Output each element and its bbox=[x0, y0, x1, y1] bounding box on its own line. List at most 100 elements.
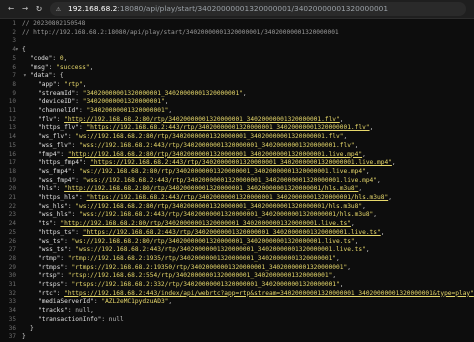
json-comma: , bbox=[168, 298, 172, 305]
json-comma: , bbox=[362, 151, 366, 158]
json-comma: , bbox=[366, 168, 370, 175]
code-line: "ws_fmp4": "ws://192.168.68.2:80/rtp/340… bbox=[38, 168, 370, 177]
json-url-link[interactable]: "http://192.168.68.2:80/rtp/340200000013… bbox=[64, 185, 358, 192]
json-url-link[interactable]: "https://192.168.68.2:443/rtp/3402000000… bbox=[86, 124, 369, 131]
json-value: "success" bbox=[56, 64, 90, 71]
json-key: "wss_ts" bbox=[38, 246, 68, 253]
code-line: "deviceID": "34020000001320000001", bbox=[38, 98, 168, 107]
code-line: ▾{ bbox=[22, 46, 26, 55]
not-secure-icon[interactable]: ⚠ bbox=[56, 3, 61, 15]
json-key: "app" bbox=[38, 81, 57, 88]
key-separator: : bbox=[72, 142, 79, 149]
json-url-link[interactable]: "http://192.168.68.2:80/rtp/340200000013… bbox=[64, 116, 340, 123]
json-url-link[interactable]: "http://192.168.68.2:80/rtp/340200000013… bbox=[68, 151, 362, 158]
key-separator: : bbox=[72, 211, 79, 218]
json-key: "rtsps" bbox=[38, 281, 64, 288]
line-number: 6 bbox=[0, 64, 16, 73]
json-value: "wss://192.168.68.2:443/rtp/340200000013… bbox=[83, 177, 377, 184]
line-number: 20 bbox=[0, 185, 16, 194]
address-bar[interactable]: ⚠ 192.168.68.2:18080/api/play/start/3402… bbox=[50, 2, 466, 16]
json-url-link[interactable]: "https://192.168.68.2:443/rtp/3402000000… bbox=[86, 194, 388, 201]
code-line: "rtsp": "rtsp://192.168.68.2:554/rtp/340… bbox=[38, 272, 336, 281]
json-comma: , bbox=[373, 211, 377, 218]
comment-text: // http://192.168.68.2:18080/api/play/st… bbox=[22, 29, 339, 36]
json-comma: , bbox=[355, 238, 359, 245]
json-value: "wss://192.168.68.2:443/rtp/340200000013… bbox=[75, 246, 366, 253]
json-key: "https_hls" bbox=[38, 194, 79, 201]
code-line: // http://192.168.68.2:18080/api/play/st… bbox=[22, 29, 339, 38]
json-key: "streamId" bbox=[38, 90, 75, 97]
json-key: "https_ts" bbox=[38, 229, 75, 236]
json-comma: , bbox=[336, 255, 340, 262]
json-key: "fmp4" bbox=[38, 151, 60, 158]
json-url-link[interactable]: "https://192.168.68.2:443/index/api/webr… bbox=[64, 290, 474, 297]
json-key: "hls" bbox=[38, 185, 57, 192]
json-key: "ts" bbox=[38, 220, 53, 227]
json-value: "ws://192.168.68.2:80/rtp/34020000001320… bbox=[79, 168, 366, 175]
line-number: 21 bbox=[0, 194, 16, 203]
json-key: "ws_flv" bbox=[38, 133, 68, 140]
json-comma: , bbox=[366, 246, 370, 253]
json-url-link[interactable]: "https://192.168.68.2:443/rtp/3402000000… bbox=[83, 229, 381, 236]
json-url-link[interactable]: "https://192.168.68.2:443/rtp/3402000000… bbox=[90, 159, 392, 166]
json-value: "34020000001320000001_340200000013200000… bbox=[83, 90, 243, 97]
json-comma: , bbox=[90, 64, 94, 71]
json-key: "tracks" bbox=[38, 307, 68, 314]
key-separator: : bbox=[64, 238, 71, 245]
code-line: "rtsps": "rtsps://192.168.68.2:332/rtp/3… bbox=[38, 281, 343, 290]
code-line: "hls": "http://192.168.68.2:80/rtp/34020… bbox=[38, 185, 362, 194]
line-number: 4 bbox=[0, 46, 16, 55]
json-value: "ws://192.168.68.2:80/rtp/34020000001320… bbox=[72, 238, 355, 245]
line-number: 7 bbox=[0, 72, 16, 81]
code-line: "wss_hls": "wss://192.168.68.2:443/rtp/3… bbox=[38, 211, 377, 220]
line-number: 18 bbox=[0, 168, 16, 177]
code-line: } bbox=[22, 333, 26, 342]
code-line: "wss_ts": "wss://192.168.68.2:443/rtp/34… bbox=[38, 246, 370, 255]
json-key: "ws_hls" bbox=[38, 203, 68, 210]
json-comma: , bbox=[362, 203, 366, 210]
url-text: 192.168.68.2:18080/api/play/start/340200… bbox=[68, 2, 388, 16]
json-comma: , bbox=[90, 307, 94, 314]
json-brace: } bbox=[22, 333, 26, 340]
json-key: "wss_flv" bbox=[38, 142, 72, 149]
code-line: // 20230802150548 bbox=[22, 20, 85, 29]
key-separator: : bbox=[101, 316, 108, 323]
line-number: 11 bbox=[0, 107, 16, 116]
fold-toggle-icon[interactable]: ▾ bbox=[15, 46, 19, 55]
json-key: "https_fmp4" bbox=[38, 159, 83, 166]
line-number: 26 bbox=[0, 238, 16, 247]
json-brace: { bbox=[60, 72, 64, 79]
line-number: 1 bbox=[0, 20, 16, 29]
json-value: "AZL2eMC1pydzuAD3" bbox=[101, 298, 168, 305]
fold-toggle-icon[interactable]: ▾ bbox=[23, 72, 27, 81]
line-number: 12 bbox=[0, 116, 16, 125]
key-separator: : bbox=[49, 64, 56, 71]
code-line: "https_hls": "https://192.168.68.2:443/r… bbox=[38, 194, 392, 203]
json-key: "transactionInfo" bbox=[38, 316, 101, 323]
json-value: "rtmps://192.168.68.2:19350/rtp/34020000… bbox=[72, 264, 348, 271]
line-number: 24 bbox=[0, 220, 16, 229]
reload-button[interactable]: ↻ bbox=[33, 3, 45, 15]
line-number: 28 bbox=[0, 255, 16, 264]
json-value: "rtp" bbox=[64, 81, 83, 88]
line-number: 36 bbox=[0, 325, 16, 334]
key-separator: : bbox=[72, 168, 79, 175]
json-viewer: 1234567891011121314151617181920212223242… bbox=[0, 19, 474, 334]
forward-button[interactable]: → bbox=[19, 3, 31, 15]
code-line: "ws_ts": "ws://192.168.68.2:80/rtp/34020… bbox=[38, 238, 358, 247]
json-value: "rtsp://192.168.68.2:554/rtp/34020000001… bbox=[68, 272, 333, 279]
json-url-link[interactable]: "http://192.168.68.2:80/rtp/340200000013… bbox=[60, 220, 351, 227]
line-number: 14 bbox=[0, 133, 16, 142]
arrow-left-icon: ← bbox=[8, 3, 14, 14]
json-comma: , bbox=[165, 98, 169, 105]
back-button[interactable]: ← bbox=[5, 3, 17, 15]
json-comma: , bbox=[347, 264, 351, 271]
json-comma: , bbox=[343, 133, 347, 140]
key-separator: : bbox=[57, 116, 64, 123]
line-number: 29 bbox=[0, 264, 16, 273]
line-number-gutter: 1234567891011121314151617181920212223242… bbox=[0, 19, 18, 334]
code-line: "streamId": "34020000001320000001_340200… bbox=[38, 90, 247, 99]
json-comma: , bbox=[332, 272, 336, 279]
key-separator: : bbox=[52, 72, 59, 79]
line-number: 37 bbox=[0, 333, 16, 342]
